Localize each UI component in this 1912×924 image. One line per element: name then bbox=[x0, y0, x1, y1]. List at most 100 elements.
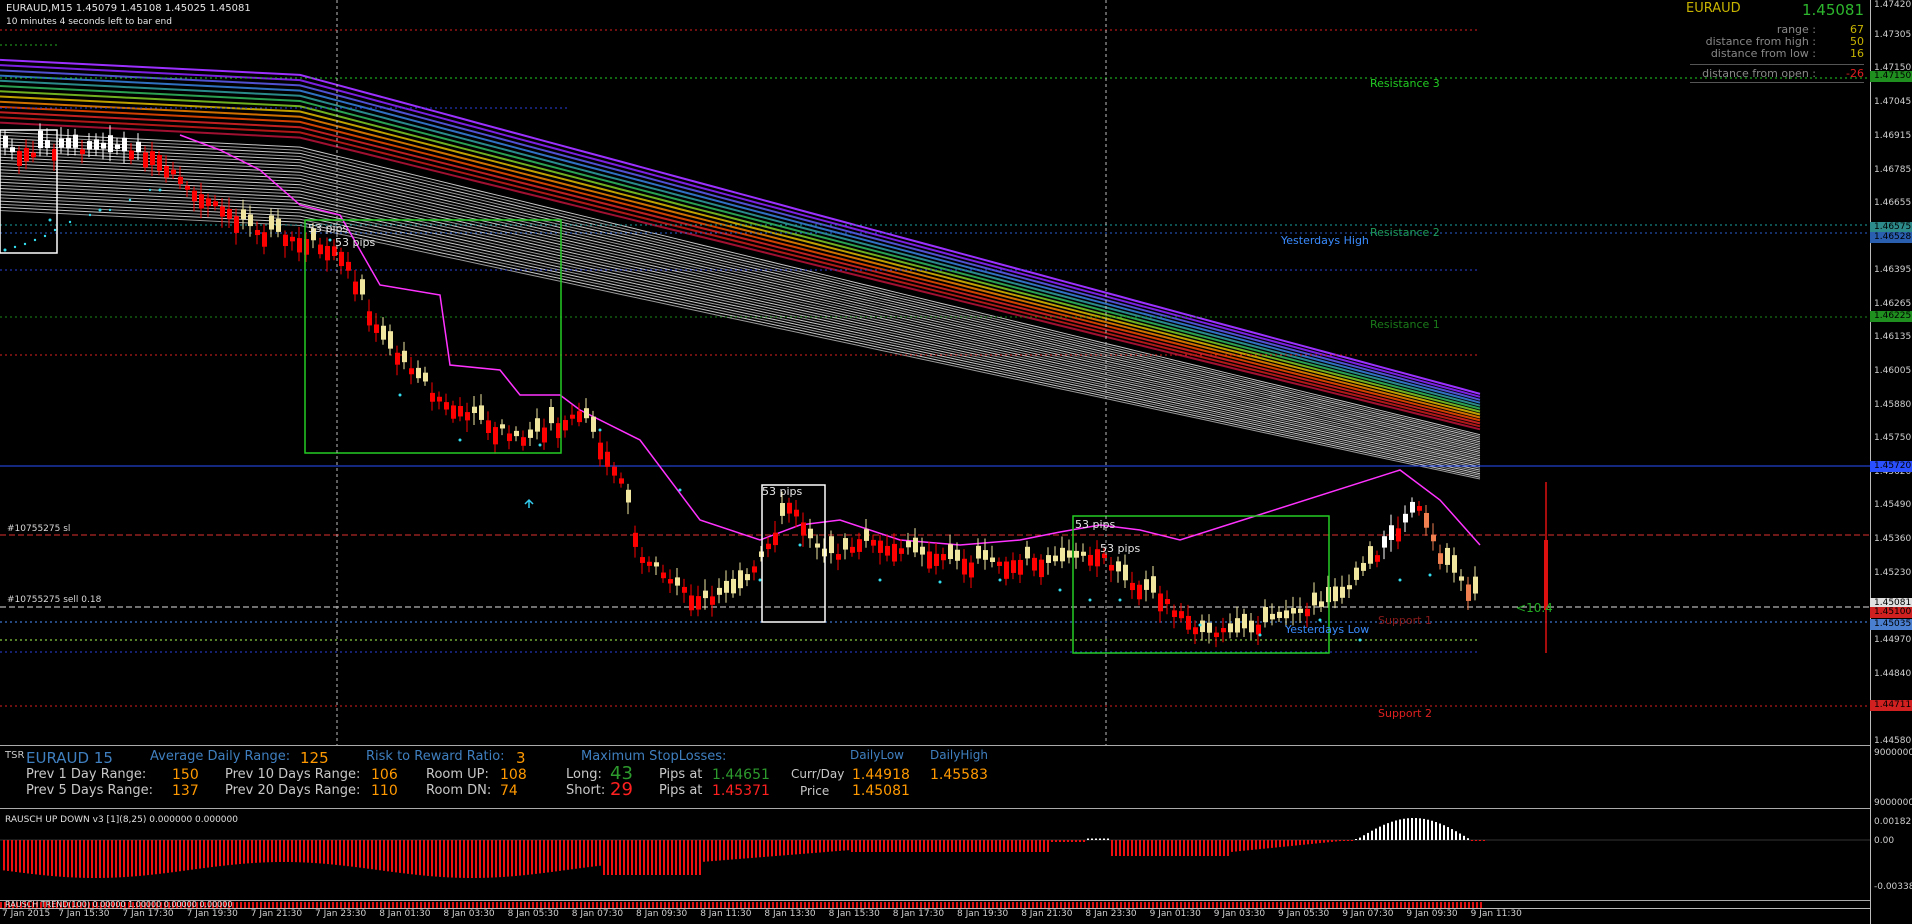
rausch-updown-indicator[interactable] bbox=[0, 810, 1870, 900]
histogram-bar bbox=[1139, 840, 1141, 856]
candle-body bbox=[1088, 554, 1093, 566]
time-axis[interactable]: 7 Jan 2015 7 Jan 15:30 7 Jan 17:30 7 Jan 19… bbox=[0, 908, 1870, 924]
histogram-bar bbox=[1423, 818, 1425, 840]
histogram-bar bbox=[639, 840, 641, 875]
histogram-bar bbox=[131, 840, 133, 877]
tsr-prev20-value: 110 bbox=[371, 783, 398, 799]
ema-line bbox=[0, 105, 1481, 422]
candle-body bbox=[934, 553, 939, 566]
candle-body bbox=[1403, 513, 1408, 523]
box2-label: 53 pips bbox=[762, 485, 803, 498]
order-sl-label[interactable]: #10755275 sl bbox=[7, 524, 70, 534]
histogram-bar bbox=[1115, 840, 1117, 856]
histogram-bar bbox=[1171, 840, 1173, 856]
candle-body bbox=[1011, 560, 1016, 573]
histogram-bar bbox=[647, 840, 649, 875]
candle-body bbox=[1025, 546, 1030, 559]
histogram-bar bbox=[643, 840, 645, 875]
candle-body bbox=[346, 261, 351, 271]
candle-body bbox=[381, 325, 386, 340]
candle-body bbox=[1158, 593, 1163, 612]
histogram-bar bbox=[155, 840, 157, 875]
histogram-bar bbox=[327, 840, 329, 865]
candle-body bbox=[948, 544, 953, 560]
histogram-bar bbox=[95, 840, 97, 878]
candle-body bbox=[1193, 627, 1198, 635]
histogram-bar bbox=[751, 840, 753, 858]
price-axis[interactable]: 1.47420 1.47305 1.47150 1.47045 1.46915 1.467… bbox=[1870, 0, 1912, 924]
histogram-bar bbox=[891, 840, 893, 852]
candle-body bbox=[584, 408, 589, 419]
box1-label2: 53 pips bbox=[335, 236, 376, 249]
histogram-bar bbox=[319, 840, 321, 864]
histogram-bar bbox=[1087, 838, 1089, 840]
candle-body bbox=[17, 150, 22, 166]
candle-body bbox=[1410, 501, 1415, 513]
histogram-bar bbox=[1099, 838, 1101, 840]
histogram-bar bbox=[987, 840, 989, 852]
candle-body bbox=[1466, 584, 1471, 601]
candle-body bbox=[1018, 559, 1023, 575]
histogram-bar bbox=[859, 840, 861, 852]
stop-dot bbox=[1198, 623, 1202, 627]
stop-dot bbox=[1058, 588, 1062, 592]
candle-body bbox=[234, 216, 239, 233]
histogram-bar bbox=[167, 840, 169, 873]
candle-body bbox=[521, 437, 526, 446]
histogram-bar bbox=[1015, 840, 1017, 852]
histogram-bar bbox=[91, 840, 93, 878]
tsr-prev5-value: 137 bbox=[172, 783, 199, 799]
histogram-bar bbox=[843, 840, 845, 851]
stop-dot bbox=[1258, 633, 1262, 637]
histogram-bar bbox=[1447, 827, 1449, 840]
histogram-bar bbox=[999, 840, 1001, 852]
price-badge: 1.45720 bbox=[1870, 461, 1912, 472]
range-boxes bbox=[304, 219, 1330, 654]
histogram-bar bbox=[259, 840, 261, 863]
histogram-bar bbox=[895, 840, 897, 852]
histogram-bar bbox=[391, 840, 393, 872]
histogram-bar bbox=[1071, 840, 1073, 842]
candle-body bbox=[1319, 601, 1324, 607]
candle-body bbox=[906, 540, 911, 548]
candle-body bbox=[171, 169, 176, 175]
candle-body bbox=[703, 590, 708, 599]
rausch-trend-indicator[interactable]: RAUSCH TREND(100) 0.00000 1.00000 0.0000… bbox=[0, 900, 1870, 909]
histogram-bar bbox=[47, 840, 49, 876]
histogram-bar bbox=[423, 840, 425, 876]
histogram-bar bbox=[911, 840, 913, 852]
histogram-bar bbox=[755, 840, 757, 858]
histogram-bar bbox=[371, 840, 373, 870]
histogram-bar bbox=[975, 840, 977, 852]
histogram-bar bbox=[203, 840, 205, 869]
histogram-bar bbox=[1055, 840, 1057, 842]
candle-body bbox=[395, 352, 400, 365]
candle-body bbox=[1263, 606, 1268, 623]
histogram-bar bbox=[979, 840, 981, 852]
order-sell-label[interactable]: #10755275 sell 0.18 bbox=[7, 595, 101, 605]
histogram-bar bbox=[759, 840, 761, 858]
candle-body bbox=[878, 540, 883, 553]
histogram-bar bbox=[1415, 818, 1417, 840]
stop-dot bbox=[598, 428, 602, 432]
candle-body bbox=[360, 279, 365, 295]
histogram-bar bbox=[287, 840, 289, 863]
histogram-bar bbox=[555, 840, 557, 872]
histogram-bar bbox=[43, 840, 45, 876]
price-info-panel: EURAUD 1.45081 range : 67 distance from … bbox=[1684, 0, 1870, 90]
tsr-long-label: Long: bbox=[566, 767, 602, 782]
histogram-bar bbox=[1223, 840, 1225, 856]
histogram-bar bbox=[683, 840, 685, 875]
candle-body bbox=[598, 442, 603, 460]
candle-body bbox=[1354, 567, 1359, 580]
histogram-bar bbox=[887, 840, 889, 852]
range-box bbox=[761, 484, 826, 623]
histogram-bar bbox=[1111, 840, 1113, 856]
candle-body bbox=[1333, 586, 1338, 602]
histogram-bar bbox=[227, 840, 229, 866]
price-chart[interactable] bbox=[0, 0, 1870, 745]
histogram-bar bbox=[1451, 829, 1453, 840]
histogram-bar bbox=[991, 840, 993, 852]
candle-body bbox=[185, 185, 190, 190]
histogram-bar bbox=[1035, 840, 1037, 852]
